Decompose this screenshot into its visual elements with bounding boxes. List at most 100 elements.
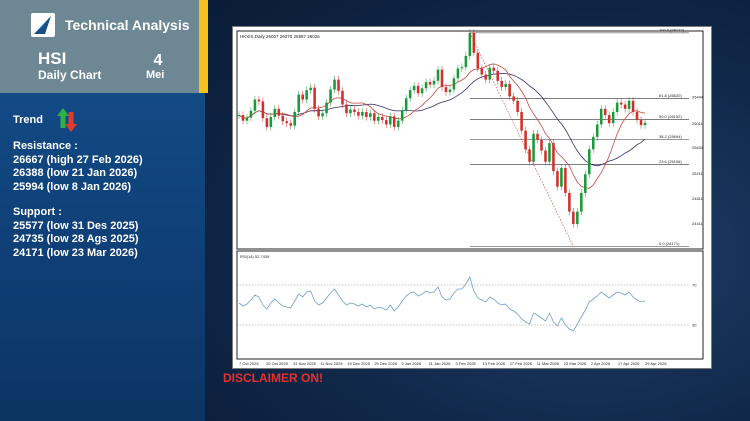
candle-body — [603, 108, 607, 116]
candle-body — [377, 116, 380, 121]
x-tick-label: 3 Feb 2026 — [456, 361, 477, 366]
candle-body — [512, 96, 515, 101]
candle-body — [623, 104, 627, 109]
candle-body — [408, 90, 412, 99]
candle-body — [261, 101, 265, 119]
support-title: Support : — [13, 206, 62, 218]
candle-body — [349, 109, 352, 114]
trend-label: Trend — [13, 114, 43, 126]
candle-body — [341, 90, 344, 105]
resistance-level-2: 26388 (low 21 Jan 2026) — [13, 167, 138, 179]
fib-label: 100.0 (28172) — [659, 27, 685, 32]
x-tick-label: 19 Dec 2025 — [347, 361, 370, 366]
support-level-2: 24735 (low 28 Ags 2025) — [13, 233, 139, 245]
date-month: Mei — [146, 69, 165, 81]
candle-body — [572, 211, 575, 225]
candle-body — [293, 111, 297, 126]
candle-body — [532, 133, 535, 162]
price-tick-label: 25211 — [692, 171, 704, 176]
candle-body — [337, 79, 340, 91]
candle-body — [388, 116, 392, 125]
candle-body — [460, 67, 464, 69]
trend-arrows-icon — [56, 108, 77, 132]
x-tick-label: 21 Jan 2026 — [428, 361, 451, 366]
candle-body — [432, 80, 436, 85]
candle-body — [444, 87, 448, 93]
candle-body — [357, 111, 360, 116]
candle-body — [635, 111, 639, 121]
candle-body — [373, 113, 376, 121]
x-tick-label: 23 Mar 2026 — [564, 361, 587, 366]
x-tick-label: 9 Jan 2026 — [401, 361, 422, 366]
candle-body — [317, 108, 320, 117]
x-tick-label: 11 Nov 2025 — [320, 361, 343, 366]
candle-body — [325, 102, 328, 114]
candle-body — [440, 69, 444, 88]
x-tick-label: 17 Apr 2026 — [618, 361, 640, 366]
candle-body — [404, 98, 408, 111]
fib-label: 61.8 (26620) — [659, 93, 682, 98]
candle-body — [611, 111, 615, 124]
rsi-pane — [236, 250, 704, 360]
candle-body — [241, 115, 245, 121]
candle-body — [305, 90, 308, 100]
x-tick-label: 27 Feb 2026 — [510, 361, 533, 366]
candle-body — [420, 88, 424, 94]
candle-body — [237, 115, 241, 116]
candle-body — [365, 111, 368, 117]
candle-body — [568, 192, 571, 212]
candle-body — [520, 111, 523, 131]
candle-body — [289, 123, 293, 126]
resistance-level-1: 26667 (high 27 Feb 2026) — [13, 153, 143, 166]
candle-body — [500, 80, 503, 88]
brand-title: Technical Analysis — [65, 17, 190, 33]
price-tick-label: 26011 — [692, 121, 704, 126]
candle-body — [381, 116, 384, 121]
x-tick-label: 13 Feb 2026 — [483, 361, 506, 366]
candle-body — [369, 113, 372, 117]
candle-body — [273, 108, 277, 117]
candle-body — [584, 174, 587, 193]
candle-body — [428, 82, 432, 85]
candle-body — [615, 102, 619, 112]
candle-body — [504, 83, 507, 88]
candle-body — [333, 79, 336, 90]
candle-body — [540, 140, 543, 151]
candle-body — [257, 99, 261, 102]
candle-body — [361, 111, 364, 116]
candle-body — [595, 124, 599, 137]
x-tick-label: 7 Oct 2025 — [239, 361, 259, 366]
logo-icon — [31, 13, 55, 37]
fib-label: 50.0 (26152) — [659, 114, 682, 119]
candle-body — [619, 102, 623, 105]
candle-body — [587, 149, 591, 175]
candle-body — [496, 70, 500, 81]
candle-body — [631, 100, 635, 112]
candle-body — [464, 55, 468, 68]
support-level-3: 24171 (low 23 Mar 2026) — [13, 246, 138, 259]
x-tick-label: 11 Mar 2026 — [537, 361, 560, 366]
candle-body — [301, 94, 304, 100]
x-tick-label: 2 Apr 2026 — [591, 361, 611, 366]
rsi-level-label: 30 — [692, 323, 697, 328]
candle-body — [424, 82, 428, 89]
candle-body — [639, 120, 643, 126]
header-card: Technical Analysis HSI Daily Chart 4 Mei — [0, 0, 208, 93]
candle-body — [345, 104, 348, 114]
candle-body — [281, 115, 285, 122]
chart-type-label: Daily Chart — [38, 68, 102, 82]
price-tick-label: 24411 — [692, 221, 704, 226]
candle-body — [412, 85, 416, 91]
candle-body — [564, 168, 567, 193]
x-tick-label: 20 Oct 2025 — [266, 361, 289, 366]
fib-label: 0.0 (24171) — [659, 241, 680, 246]
chart-title: HKXIS,Daily 26007 26070 25987 26026 — [240, 34, 320, 39]
candle-body — [285, 121, 289, 124]
candle-body — [560, 168, 563, 187]
resistance-block: Resistance : 26667 (high 27 Feb 2026) 26… — [13, 140, 143, 194]
candle-body — [245, 117, 249, 121]
price-tick-label: 24811 — [692, 196, 704, 201]
candle-body — [548, 143, 551, 162]
fib-label: 23.6 (25106) — [659, 159, 682, 164]
price-tick-label: 26444 — [692, 94, 704, 99]
